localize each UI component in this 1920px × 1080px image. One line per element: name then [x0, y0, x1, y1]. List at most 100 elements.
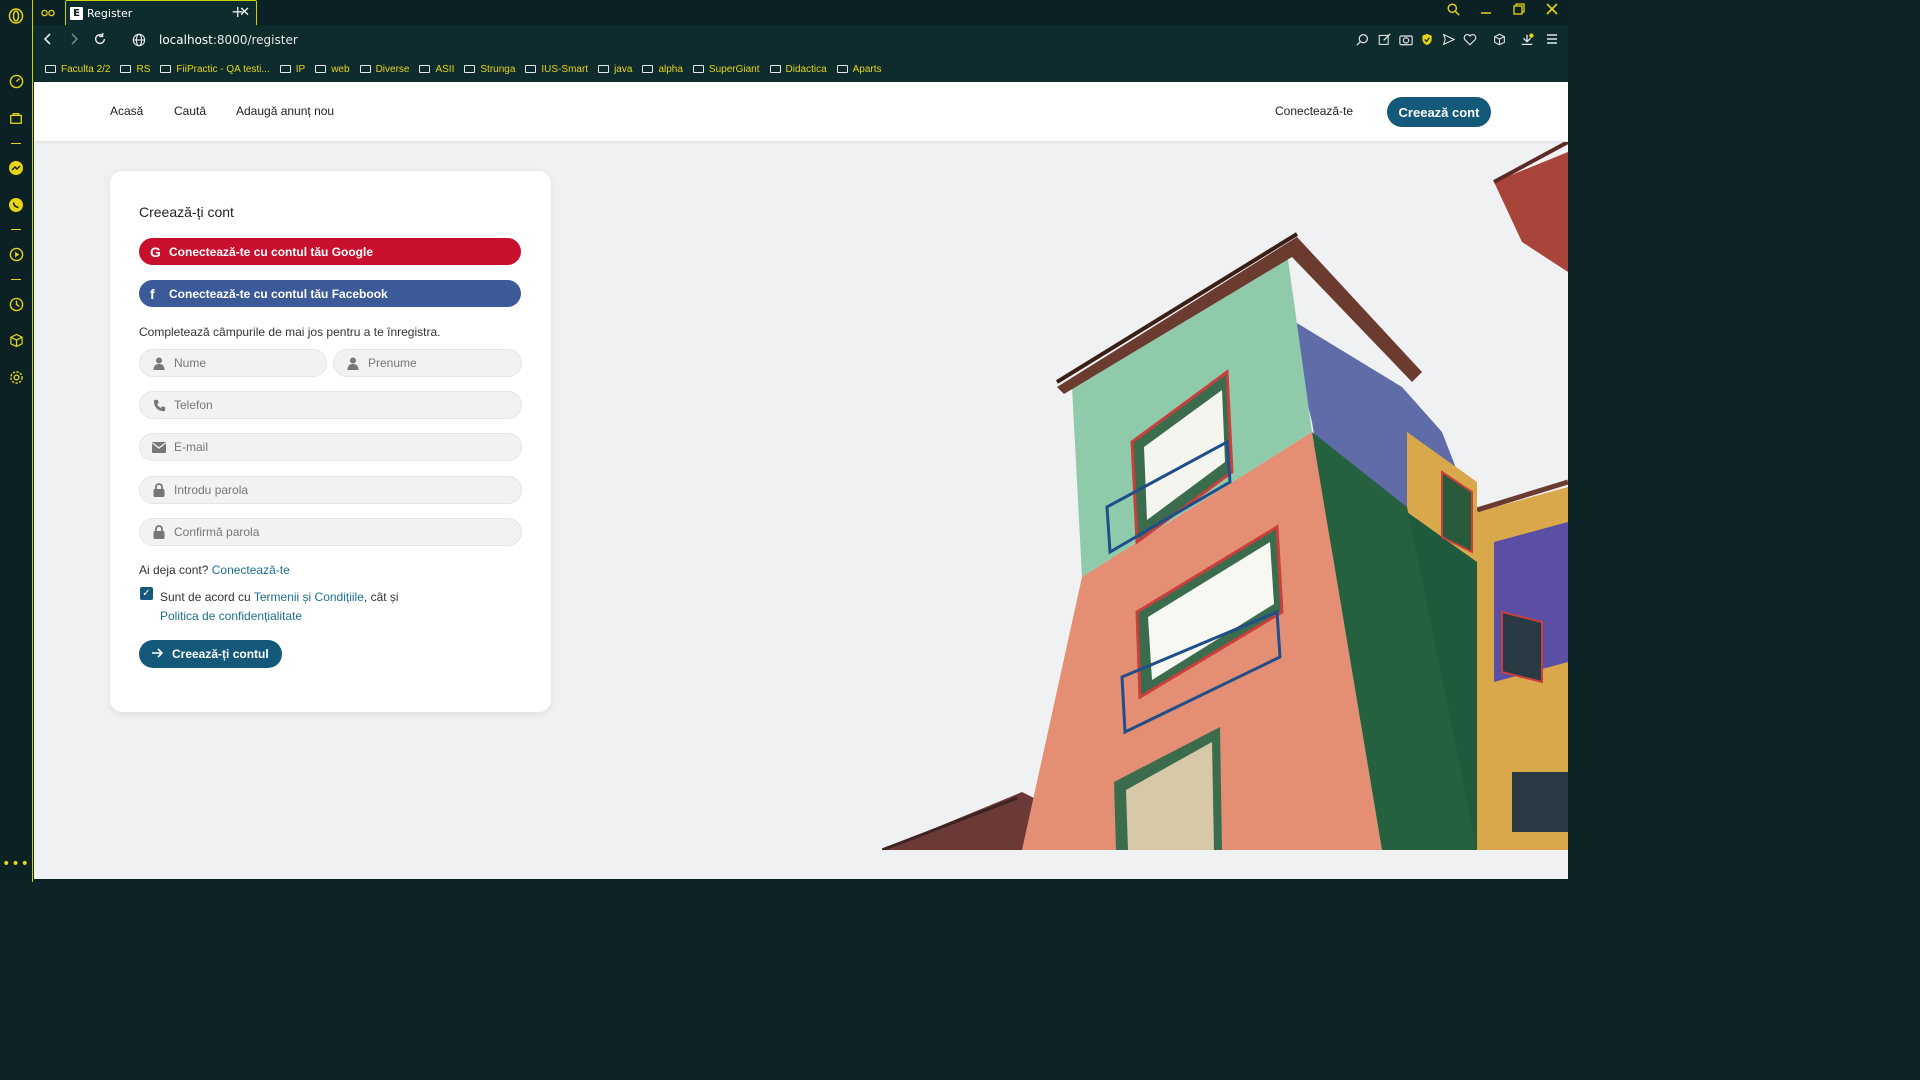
settings-gear-icon[interactable]: [7, 368, 25, 386]
edit-icon[interactable]: [1378, 33, 1391, 49]
folder-icon: [160, 65, 172, 73]
bookmark-label: Strunga: [480, 63, 516, 75]
speed-dial-icon[interactable]: [7, 72, 25, 90]
facebook-login-label: Conectează-te cu contul tău Facebook: [169, 286, 388, 301]
bookmark-folder[interactable]: IP: [279, 64, 305, 75]
history-icon[interactable]: [7, 295, 25, 313]
bookmark-label: java: [614, 63, 633, 75]
phone-input[interactable]: [174, 398, 511, 412]
menu-icon[interactable]: [1546, 33, 1558, 48]
adblock-shield-icon[interactable]: [1421, 33, 1433, 49]
nav-home-link[interactable]: Acasă: [110, 104, 143, 118]
minimize-icon[interactable]: [1480, 2, 1492, 20]
bookmark-folder[interactable]: web: [315, 63, 350, 75]
confirm-password-field[interactable]: [139, 518, 522, 546]
terms-text: Sunt de acord cu Termenii și Condițiile,…: [160, 588, 440, 626]
login-link[interactable]: Conectează-te: [212, 563, 290, 577]
folder-icon: [279, 65, 291, 73]
submit-label: Creează-ți contul: [172, 647, 269, 661]
google-icon: G: [150, 243, 161, 260]
bookmark-folder[interactable]: RS: [120, 64, 150, 75]
more-dots-icon[interactable]: •••: [2, 855, 29, 873]
bookmark-folder[interactable]: alpha: [642, 63, 683, 75]
site-header: Acasă Caută Adaugă anunț nou Conectează-…: [34, 82, 1568, 141]
bookmark-folder[interactable]: Strunga: [464, 64, 515, 75]
terms-checkbox[interactable]: ✓: [140, 587, 153, 600]
messenger-icon[interactable]: [7, 159, 25, 177]
camera-icon[interactable]: [1399, 33, 1413, 49]
bookmark-folder[interactable]: Diverse: [359, 64, 409, 75]
url-field[interactable]: localhost:8000/register: [159, 33, 298, 47]
extensions-cube-icon[interactable]: [7, 331, 25, 349]
forward-arrow-icon[interactable]: [68, 32, 80, 50]
tab-favicon: E: [70, 6, 83, 20]
download-icon[interactable]: [1520, 33, 1534, 50]
password-field[interactable]: [139, 476, 522, 504]
extensions-icon[interactable]: [1493, 33, 1506, 49]
send-icon[interactable]: [1442, 33, 1456, 49]
terms-link[interactable]: Termenii și Condițiile: [254, 590, 364, 604]
opera-logo-icon[interactable]: [7, 7, 25, 25]
bookmark-folder[interactable]: ASII: [419, 64, 454, 75]
phone-field[interactable]: [139, 391, 522, 419]
privacy-link[interactable]: Politica de confidențialitate: [160, 609, 302, 623]
folder-icon: [464, 65, 476, 73]
tab-register[interactable]: E Register ✕: [65, 0, 257, 25]
bookmarks-bar: Faculta 2/2 RS FiiPractic - QA testi... …: [33, 56, 1568, 82]
bookmark-label: SuperGiant: [708, 63, 760, 75]
new-tab-icon[interactable]: +: [231, 2, 244, 21]
lock-icon: [152, 525, 166, 539]
create-account-submit-button[interactable]: Creează-ți contul: [139, 640, 282, 668]
sidebar-divider: [11, 229, 21, 230]
heart-icon[interactable]: [1463, 33, 1477, 49]
facebook-login-button[interactable]: f Conectează-te cu contul tău Facebook: [139, 280, 521, 307]
first-name-field[interactable]: [333, 349, 522, 377]
bookmark-folder[interactable]: Didactica: [769, 64, 827, 75]
reload-icon[interactable]: [93, 32, 107, 50]
bookmark-label: web: [331, 63, 350, 75]
player-icon[interactable]: [7, 245, 25, 263]
shopping-bag-icon[interactable]: [7, 109, 25, 127]
nav-add-listing-link[interactable]: Adaugă anunț nou: [236, 104, 334, 118]
first-name-input[interactable]: [368, 356, 511, 370]
building-image: [882, 142, 1568, 850]
bookmark-label: alpha: [658, 63, 683, 75]
bookmark-folder[interactable]: FiiPractic - QA testi...: [160, 63, 270, 75]
bookmark-label: IUS-Smart: [541, 63, 589, 75]
create-account-button[interactable]: Creează cont: [1387, 97, 1491, 127]
folder-icon: [642, 65, 654, 73]
url-host: localhost: [159, 33, 213, 47]
last-name-field[interactable]: [139, 349, 327, 377]
confirm-password-input[interactable]: [174, 525, 511, 539]
nav-search-link[interactable]: Caută: [174, 104, 206, 118]
already-account-text: Ai deja cont? Conectează-te: [139, 563, 290, 577]
last-name-input[interactable]: [174, 356, 316, 370]
email-input[interactable]: [174, 440, 511, 454]
globe-icon[interactable]: [132, 33, 146, 51]
bookmark-label: FiiPractic - QA testi...: [176, 63, 270, 75]
lock-icon: [152, 483, 166, 497]
tab-islands-icon[interactable]: [41, 5, 55, 24]
restore-icon[interactable]: [1513, 3, 1525, 19]
email-field[interactable]: [139, 433, 522, 461]
tab-title: Register: [87, 6, 133, 20]
window-bottom-edge: [34, 879, 1568, 882]
whatsapp-icon[interactable]: [7, 196, 25, 214]
zoom-search-icon[interactable]: [1356, 33, 1369, 49]
back-arrow-icon[interactable]: [42, 32, 54, 50]
nav-login-link[interactable]: Conectează-te: [1275, 104, 1353, 118]
folder-icon: [525, 65, 537, 73]
bookmark-folder[interactable]: java: [598, 64, 632, 75]
google-login-button[interactable]: G Conectează-te cu contul tău Google: [139, 238, 521, 265]
facebook-icon: f: [150, 285, 155, 302]
bookmark-folder[interactable]: Faculta 2/2: [45, 64, 110, 75]
folder-icon: [359, 65, 371, 73]
password-input[interactable]: [174, 483, 511, 497]
bookmark-folder[interactable]: IUS-Smart: [525, 64, 588, 75]
bookmark-label: RS: [136, 63, 151, 75]
close-window-icon[interactable]: [1546, 3, 1558, 19]
bookmark-folder[interactable]: SuperGiant: [692, 63, 760, 75]
bookmark-folder[interactable]: Aparts: [836, 64, 882, 75]
search-tabs-icon[interactable]: [1447, 3, 1460, 20]
sidebar-divider: [11, 279, 21, 280]
